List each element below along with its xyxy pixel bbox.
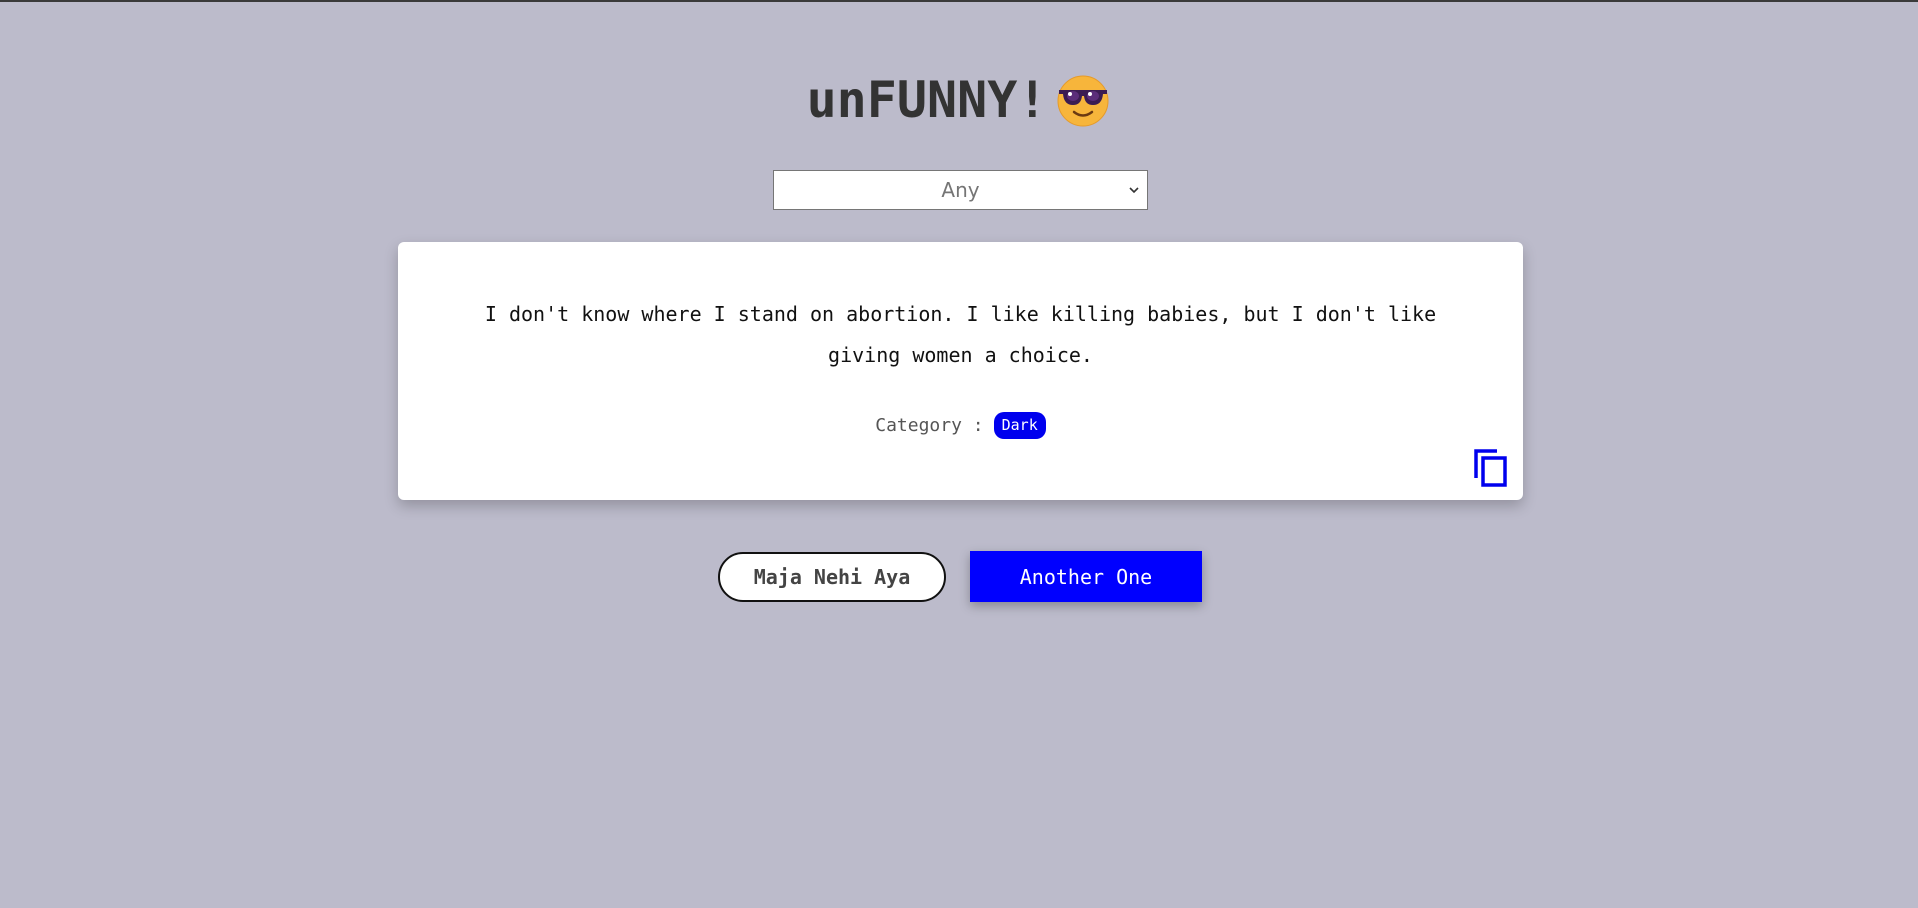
page-title: unFUNNY! (806, 71, 1048, 129)
category-row: Category : Dark (398, 412, 1523, 439)
category-badge: Dark (993, 412, 1046, 439)
maja-nehi-aya-button[interactable]: Maja Nehi Aya (718, 552, 946, 602)
chevron-down-icon (1129, 187, 1139, 194)
category-select-value: Any (941, 178, 980, 202)
another-one-button[interactable]: Another One (970, 551, 1202, 602)
category-select[interactable]: Any (773, 170, 1148, 210)
category-label: Category : (875, 415, 984, 436)
joke-text: I don't know where I stand on abortion. … (484, 302, 1437, 367)
smiling-face-with-sunglasses-icon (1057, 75, 1109, 127)
copy-icon[interactable] (1473, 448, 1509, 488)
header: unFUNNY! (0, 72, 1918, 128)
joke-card: I don't know where I stand on abortion. … (398, 242, 1523, 500)
category-select-box[interactable]: Any (773, 170, 1148, 210)
